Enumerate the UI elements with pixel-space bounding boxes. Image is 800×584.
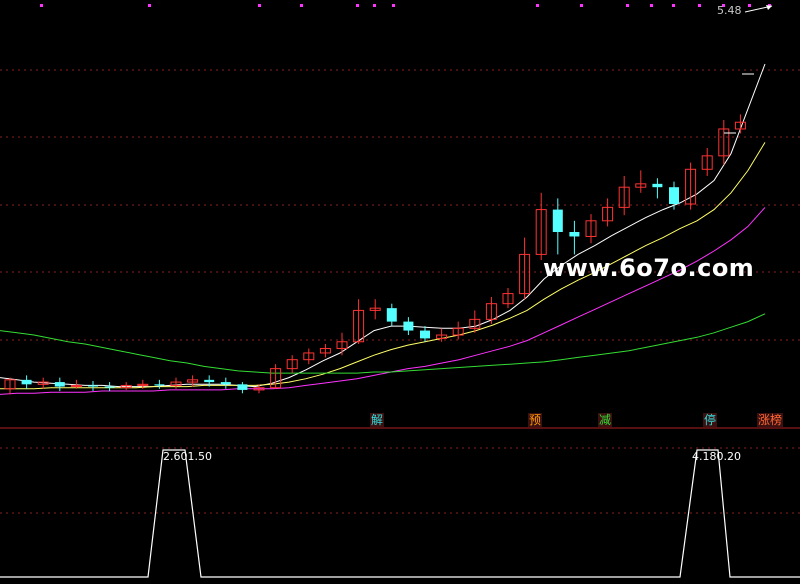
candle-body-33 [552, 209, 563, 232]
candle-body-3 [54, 382, 65, 387]
candle-body-14 [237, 384, 248, 390]
watermark: www.6o7o.com [543, 254, 755, 282]
top-dot-7 [536, 4, 539, 7]
candle-body-23 [386, 308, 397, 322]
ma-line-2 [0, 207, 766, 395]
candle-body-9 [154, 384, 165, 386]
chart-stage: 5.48 www.6o7o.com 解 预 减 停 涨榜 2.601.50 4.180.… [0, 0, 800, 580]
candle-body-39 [652, 183, 663, 188]
ma-line-0 [0, 63, 766, 388]
chart-svg [0, 4, 800, 578]
top-dot-2 [258, 4, 261, 7]
indicator-label-a: 2.601.50 [163, 450, 212, 463]
candle-body-24 [403, 321, 414, 331]
top-dot-9 [626, 4, 629, 7]
top-dot-10 [650, 4, 653, 7]
candle-body-1 [21, 379, 32, 385]
signal-2: 减 [598, 413, 613, 427]
top-dot-4 [356, 4, 359, 7]
top-dot-1 [148, 4, 151, 7]
signal-3: 停 [703, 413, 718, 427]
top-dot-0 [40, 4, 43, 7]
top-dot-14 [748, 4, 751, 7]
candle-body-12 [204, 379, 215, 383]
signal-1: 预 [528, 413, 543, 427]
top-dot-12 [698, 4, 701, 7]
price-label: 5.48 [717, 4, 742, 17]
top-dot-8 [580, 4, 583, 7]
top-dot-5 [373, 4, 376, 7]
indicator-label-b: 4.180.20 [692, 450, 741, 463]
candle-body-34 [569, 232, 580, 237]
top-dot-6 [392, 4, 395, 7]
candle-body-25 [420, 330, 430, 339]
candle-body-13 [220, 382, 231, 385]
top-dot-11 [672, 4, 675, 7]
candle-body-40 [669, 187, 679, 204]
signal-0: 解 [370, 413, 385, 427]
candle-body-6 [104, 386, 115, 388]
ma-line-3 [0, 313, 766, 374]
signal-4: 涨榜 [757, 413, 784, 427]
top-dot-3 [300, 4, 303, 7]
candle-body-5 [88, 385, 98, 387]
